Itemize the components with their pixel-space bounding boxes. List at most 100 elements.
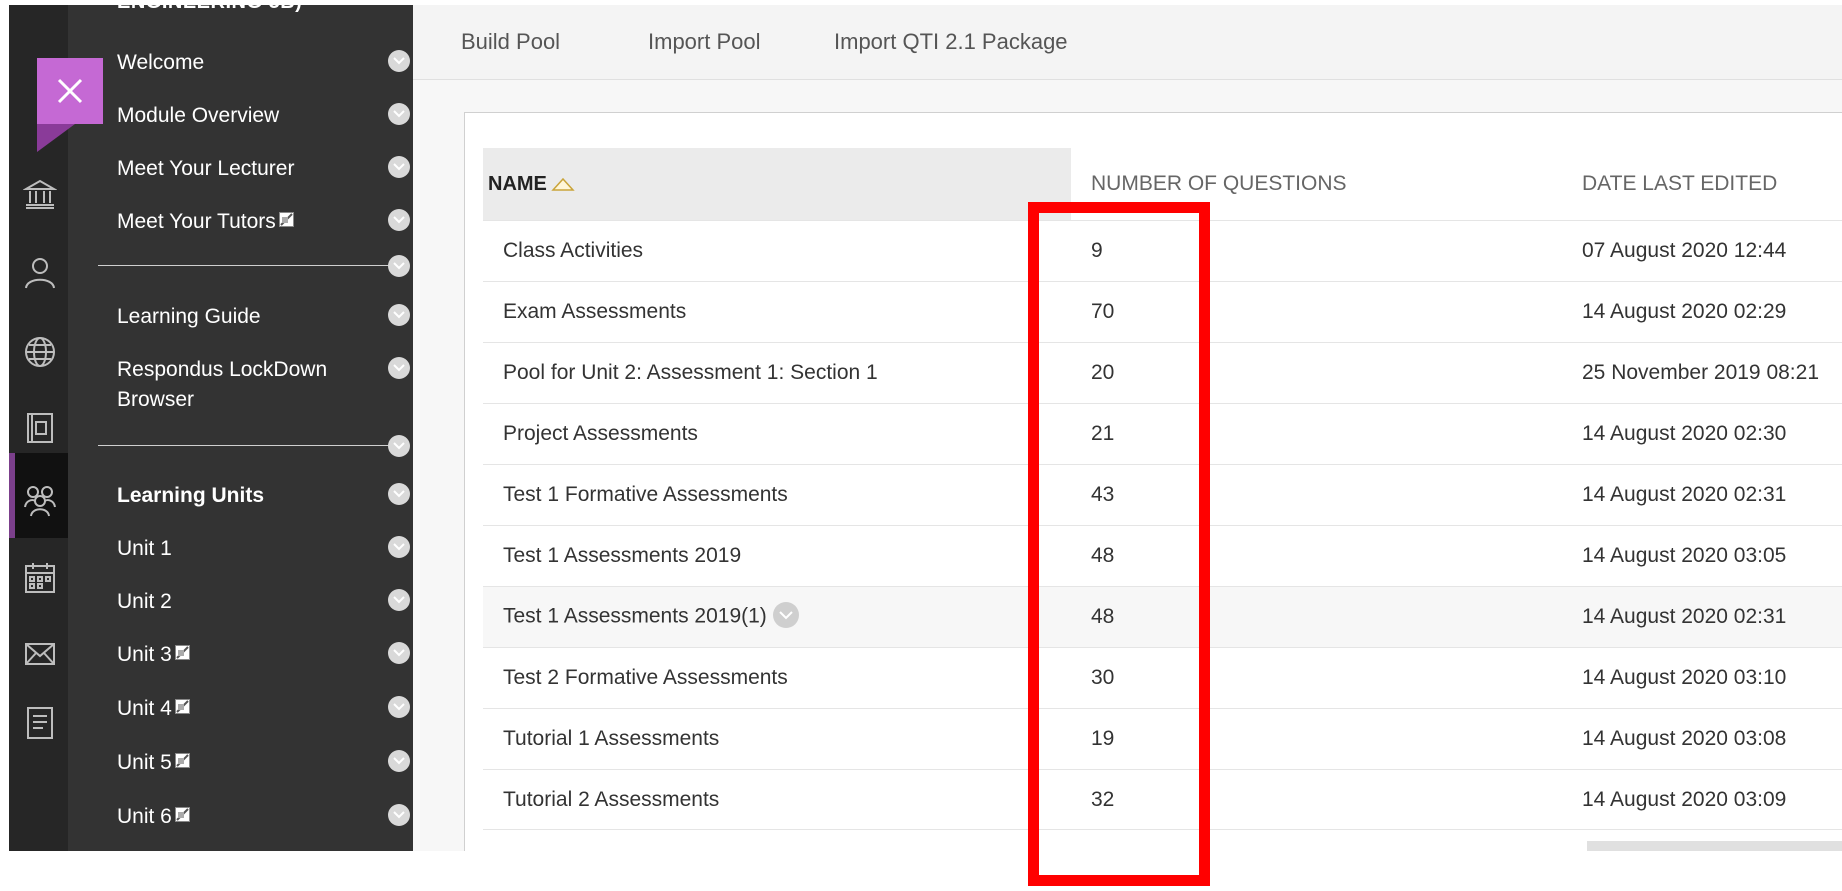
main-content: Build Pool Import Pool Import QTI 2.1 Pa… [413,5,1842,851]
pool-name[interactable]: Tutorial 1 Assessments [483,708,1071,770]
menu-item-unit-1[interactable]: Unit 1 [68,526,413,570]
menu-item-unit-5[interactable]: Unit 5 [68,740,413,784]
chevron-down-icon[interactable] [388,304,410,326]
pool-name-cell[interactable]: Test 1 Assessments 2019(1) [483,586,1071,648]
person-icon[interactable] [23,255,57,289]
chevron-down-icon[interactable] [388,103,410,125]
pool-name[interactable]: Test 1 Formative Assessments [483,464,1071,526]
table-row[interactable]: Test 2 Formative Assessments 30 14 Augus… [483,647,1842,709]
course-menu: ENGINEERING 3B) Welcome Module Overview … [68,5,413,851]
chevron-down-icon[interactable] [388,483,410,505]
table-header-row: NAME NUMBER OF QUESTIONS DATE LAST EDITE… [483,148,1842,221]
table-row[interactable]: Project Assessments 21 14 August 2020 02… [483,403,1842,465]
menu-item-unit-6[interactable]: Unit 6 [68,794,413,838]
questions-column-header[interactable]: NUMBER OF QUESTIONS [1071,148,1572,221]
question-count: 70 [1071,281,1572,343]
menu-item-label: Respondus LockDown Browser [117,358,328,411]
pool-name[interactable]: Test 2 Formative Assessments [483,647,1071,709]
table-row[interactable]: Tutorial 1 Assessments 19 14 August 2020… [483,708,1842,770]
last-edited-date: 14 August 2020 02:29 [1572,281,1842,343]
table-row[interactable]: Tutorial 2 Assessments 32 14 August 2020… [483,769,1842,830]
menu-divider [98,445,388,446]
menu-item-text: Unit 3 [117,643,172,666]
pool-name[interactable]: Tutorial 2 Assessments [483,769,1071,830]
chevron-down-icon[interactable] [388,156,410,178]
groups-icon[interactable] [23,483,57,517]
menu-item-label: Meet Your Lecturer [117,157,295,180]
app-frame: ENGINEERING 3B) Welcome Module Overview … [9,5,1842,851]
chevron-down-icon[interactable] [388,750,410,772]
table-row[interactable]: Test 1 Assessments 2019 48 14 August 202… [483,525,1842,587]
import-qti-package-button[interactable]: Import QTI 2.1 Package [834,29,1068,55]
question-count: 19 [1071,708,1572,770]
hidden-from-students-icon [174,806,190,822]
question-count: 20 [1071,342,1572,404]
last-edited-date: 14 August 2020 02:31 [1572,586,1842,648]
chevron-down-icon[interactable] [388,50,410,72]
menu-item-label: Unit 1 [117,537,172,560]
build-pool-button[interactable]: Build Pool [461,29,560,55]
pool-name[interactable]: Exam Assessments [483,281,1071,343]
pool-name[interactable]: Project Assessments [483,403,1071,465]
chevron-down-icon[interactable] [388,255,410,277]
chevron-down-icon[interactable] [388,642,410,664]
table-row[interactable]: Test 1 Formative Assessments 43 14 Augus… [483,464,1842,526]
menu-item-learning-units[interactable]: Learning Units [68,473,413,517]
horizontal-scrollbar[interactable] [1587,841,1842,851]
chevron-down-icon[interactable] [772,602,799,628]
menu-item-meet-your-lecturer[interactable]: Meet Your Lecturer [68,146,413,190]
pools-panel: NAME NUMBER OF QUESTIONS DATE LAST EDITE… [464,112,1842,851]
chevron-down-icon[interactable] [388,209,410,231]
menu-item-module-overview[interactable]: Module Overview [68,93,413,137]
question-count: 48 [1071,586,1572,648]
menu-item-welcome[interactable]: Welcome [68,40,413,84]
globe-icon[interactable] [23,335,57,369]
menu-item-label: Welcome [117,51,205,74]
mail-icon[interactable] [23,637,57,671]
courses-icon[interactable] [23,411,57,445]
chevron-down-icon[interactable] [388,804,410,826]
pool-name[interactable]: Test 1 Assessments 2019(1) [503,605,767,628]
menu-item-respondus-lockdown-browser[interactable]: Respondus LockDown Browser [68,347,413,411]
menu-item-unit-3[interactable]: Unit 3 [68,632,413,676]
menu-divider [98,265,388,266]
question-count: 32 [1071,769,1572,830]
chevron-down-icon[interactable] [388,696,410,718]
last-edited-date: 25 November 2019 08:21 [1572,342,1842,404]
table-row[interactable]: Pool for Unit 2: Assessment 1: Section 1… [483,342,1842,404]
menu-item-text: Meet Your Tutors [117,210,276,233]
pool-name[interactable]: Pool for Unit 2: Assessment 1: Section 1 [483,342,1071,404]
calendar-icon[interactable] [23,561,57,595]
chevron-down-icon[interactable] [388,435,410,457]
date-column-header[interactable]: DATE LAST EDITED [1572,148,1842,221]
course-title: ENGINEERING 3B) [117,5,302,14]
table-row[interactable]: Class Activities 9 07 August 2020 12:44 [483,220,1842,282]
pool-name[interactable]: Test 1 Assessments 2019 [483,525,1071,587]
import-pool-button[interactable]: Import Pool [648,29,761,55]
name-column-header[interactable]: NAME [483,148,1071,221]
menu-item-meet-your-tutors[interactable]: Meet Your Tutors [68,199,413,243]
sort-ascending-icon[interactable] [551,176,575,192]
menu-item-label: Unit 5 [117,748,190,777]
chevron-down-icon[interactable] [388,357,410,379]
action-toolbar: Build Pool Import Pool Import QTI 2.1 Pa… [413,5,1842,80]
chevron-down-icon[interactable] [388,536,410,558]
menu-item-text: Unit 5 [117,751,172,774]
menu-item-unit-2[interactable]: Unit 2 [68,579,413,623]
table-row[interactable]: Exam Assessments 70 14 August 2020 02:29 [483,281,1842,343]
hidden-from-students-icon [174,644,190,660]
chevron-down-icon[interactable] [388,589,410,611]
table-row[interactable]: Test 1 Assessments 2019(1) 48 14 August … [483,586,1842,648]
pool-name[interactable]: Class Activities [483,220,1071,282]
close-menu-button[interactable] [37,58,103,124]
grades-icon[interactable] [23,705,57,739]
table-bottom-border [483,829,1842,830]
menu-item-label: Learning Units [117,484,265,507]
last-edited-date: 14 August 2020 02:31 [1572,464,1842,526]
question-count: 9 [1071,220,1572,282]
institution-icon[interactable] [23,177,57,211]
menu-item-unit-4[interactable]: Unit 4 [68,686,413,730]
hidden-from-students-icon [174,752,190,768]
menu-item-learning-guide[interactable]: Learning Guide [68,294,413,338]
menu-item-text: Unit 4 [117,697,172,720]
